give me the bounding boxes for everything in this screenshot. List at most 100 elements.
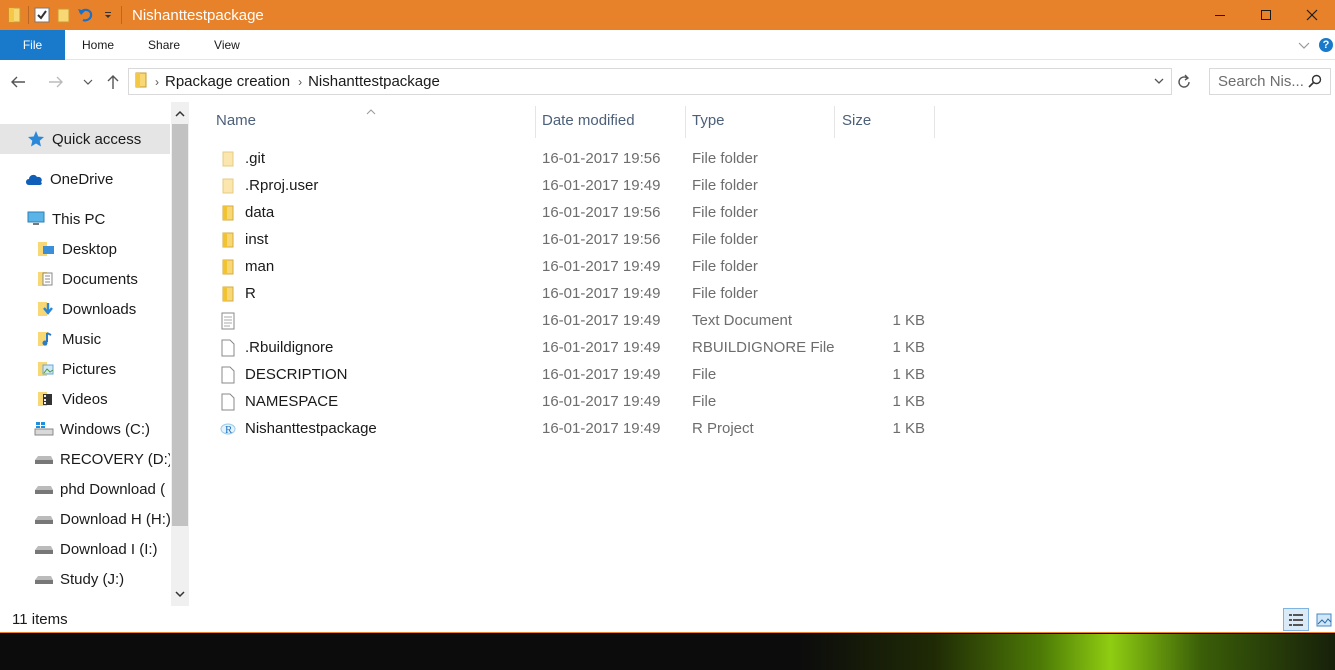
nav-item-label: Download H (H:) xyxy=(60,510,170,528)
file-size xyxy=(836,226,925,253)
nav-item-phd-download[interactable]: phd Download ( xyxy=(0,474,170,504)
search-input[interactable]: Search Nis... xyxy=(1209,68,1331,95)
help-icon[interactable]: ? xyxy=(1319,38,1333,52)
file-date: 16-01-2017 19:49 xyxy=(542,366,661,383)
nav-scrollbar-thumb[interactable] xyxy=(172,124,188,526)
nav-item-onedrive[interactable]: OneDrive xyxy=(0,164,170,194)
undo-icon[interactable] xyxy=(75,0,97,30)
address-dropdown-chevron-icon[interactable] xyxy=(1153,73,1165,92)
folder-icon xyxy=(218,230,238,250)
file-type: File xyxy=(692,393,717,410)
expand-ribbon-chevron-icon[interactable] xyxy=(1289,40,1319,50)
table-row[interactable]: man 16-01-2017 19:49 File folder xyxy=(216,253,936,280)
nav-item-pictures[interactable]: Pictures xyxy=(0,354,170,384)
nav-item-label: Music xyxy=(62,330,102,348)
tab-share[interactable]: Share xyxy=(131,30,197,60)
recent-locations-chevron-icon[interactable] xyxy=(78,72,98,92)
breadcrumb-item[interactable]: Rpackage creation xyxy=(165,73,290,90)
tab-view[interactable]: View xyxy=(197,30,257,60)
toolbar-separator xyxy=(121,6,122,24)
column-header-size[interactable]: Size xyxy=(842,106,871,134)
nav-item-label: Quick access xyxy=(52,130,142,148)
file-date: 16-01-2017 19:49 xyxy=(542,177,661,194)
file-type: File folder xyxy=(692,258,758,275)
text-document-icon xyxy=(218,311,238,331)
ribbon: File Home Share View ? xyxy=(0,29,1335,60)
nav-item-label: RECOVERY (D:) xyxy=(60,450,170,468)
tab-file[interactable]: File xyxy=(0,29,65,60)
file-date: 16-01-2017 19:49 xyxy=(542,339,661,356)
file-type: File folder xyxy=(692,150,758,167)
status-bar: 11 items xyxy=(0,606,1335,633)
nav-item-windows-c[interactable]: Windows (C:) xyxy=(0,414,170,444)
nav-item-videos[interactable]: Videos xyxy=(0,384,170,414)
customize-toolbar-dropdown-icon[interactable] xyxy=(97,0,119,30)
nav-item-label: Downloads xyxy=(62,300,137,318)
column-header-name[interactable]: Name xyxy=(216,106,256,134)
nav-item-label: Videos xyxy=(62,390,108,408)
large-icons-view-button[interactable] xyxy=(1311,608,1335,631)
nav-item-recovery-d[interactable]: RECOVERY (D:) xyxy=(0,444,170,474)
nav-item-download-i[interactable]: Download I (I:) xyxy=(0,534,170,564)
nav-item-music[interactable]: Music xyxy=(0,324,170,354)
details-view-button[interactable] xyxy=(1283,608,1309,631)
sort-ascending-caret-icon xyxy=(366,102,376,118)
tab-home[interactable]: Home xyxy=(65,30,131,60)
back-button[interactable] xyxy=(8,72,28,92)
desktop-folder-icon xyxy=(36,239,56,259)
maximize-button[interactable] xyxy=(1243,0,1289,30)
table-row[interactable]: data 16-01-2017 19:56 File folder xyxy=(216,199,936,226)
table-row[interactable]: .Rproj.user 16-01-2017 19:49 File folder xyxy=(216,172,936,199)
up-button[interactable] xyxy=(103,72,123,92)
file-type: R Project xyxy=(692,420,754,437)
nav-item-desktop[interactable]: Desktop xyxy=(0,234,170,264)
music-folder-icon xyxy=(36,329,56,349)
table-row[interactable]: 16-01-2017 19:49 Text Document 1 KB xyxy=(216,307,936,334)
column-header-type[interactable]: Type xyxy=(692,106,725,134)
table-row[interactable]: .git 16-01-2017 19:56 File folder xyxy=(216,145,936,172)
nav-item-quick-access[interactable]: Quick access xyxy=(0,124,170,154)
breadcrumb-separator-icon[interactable]: › xyxy=(155,75,159,89)
scroll-down-arrow-icon[interactable] xyxy=(171,584,189,604)
nav-item-study-j[interactable]: Study (J:) xyxy=(0,564,170,594)
file-size xyxy=(836,145,925,172)
column-divider[interactable] xyxy=(834,106,835,138)
forward-button[interactable] xyxy=(46,72,66,92)
column-divider[interactable] xyxy=(535,106,536,138)
table-row[interactable]: R 16-01-2017 19:49 File folder xyxy=(216,280,936,307)
nav-item-downloads[interactable]: Downloads xyxy=(0,294,170,324)
breadcrumb-separator-icon[interactable]: › xyxy=(298,75,302,89)
ribbon-right-controls: ? xyxy=(1289,30,1335,60)
nav-item-this-pc[interactable]: This PC xyxy=(0,204,170,234)
file-name: inst xyxy=(245,231,269,248)
refresh-icon[interactable] xyxy=(1174,72,1194,92)
window-controls xyxy=(1197,0,1335,30)
computer-icon xyxy=(26,209,46,229)
nav-item-label: Desktop xyxy=(62,240,118,258)
file-name: .Rbuildignore xyxy=(245,339,334,356)
address-bar[interactable]: › Rpackage creation › Nishanttestpackage xyxy=(128,68,1172,95)
scroll-up-arrow-icon[interactable] xyxy=(171,104,189,124)
breadcrumb-item[interactable]: Nishanttestpackage xyxy=(308,73,440,90)
table-row[interactable]: inst 16-01-2017 19:56 File folder xyxy=(216,226,936,253)
column-divider[interactable] xyxy=(934,106,935,138)
file-date: 16-01-2017 19:49 xyxy=(542,393,661,410)
table-row[interactable]: NAMESPACE 16-01-2017 19:49 File 1 KB xyxy=(216,388,936,415)
new-folder-icon[interactable] xyxy=(53,0,75,30)
folder-icon xyxy=(218,203,238,223)
file-name: data xyxy=(245,204,275,221)
toolbar-separator xyxy=(28,6,29,24)
file-size xyxy=(836,199,925,226)
table-row[interactable]: R Nishanttestpackage 16-01-2017 19:49 R P… xyxy=(216,415,936,442)
properties-icon[interactable] xyxy=(31,0,53,30)
column-header-date-modified[interactable]: Date modified xyxy=(542,106,635,134)
close-button[interactable] xyxy=(1289,0,1335,30)
table-row[interactable]: .Rbuildignore 16-01-2017 19:49 RBUILDIGN… xyxy=(216,334,936,361)
nav-item-documents[interactable]: Documents xyxy=(0,264,170,294)
table-row[interactable]: DESCRIPTION 16-01-2017 19:49 File 1 KB xyxy=(216,361,936,388)
minimize-button[interactable] xyxy=(1197,0,1243,30)
nav-item-download-h[interactable]: Download H (H:) xyxy=(0,504,170,534)
folder-icon xyxy=(4,0,26,30)
file-size: 1 KB xyxy=(892,312,925,329)
column-divider[interactable] xyxy=(685,106,686,138)
